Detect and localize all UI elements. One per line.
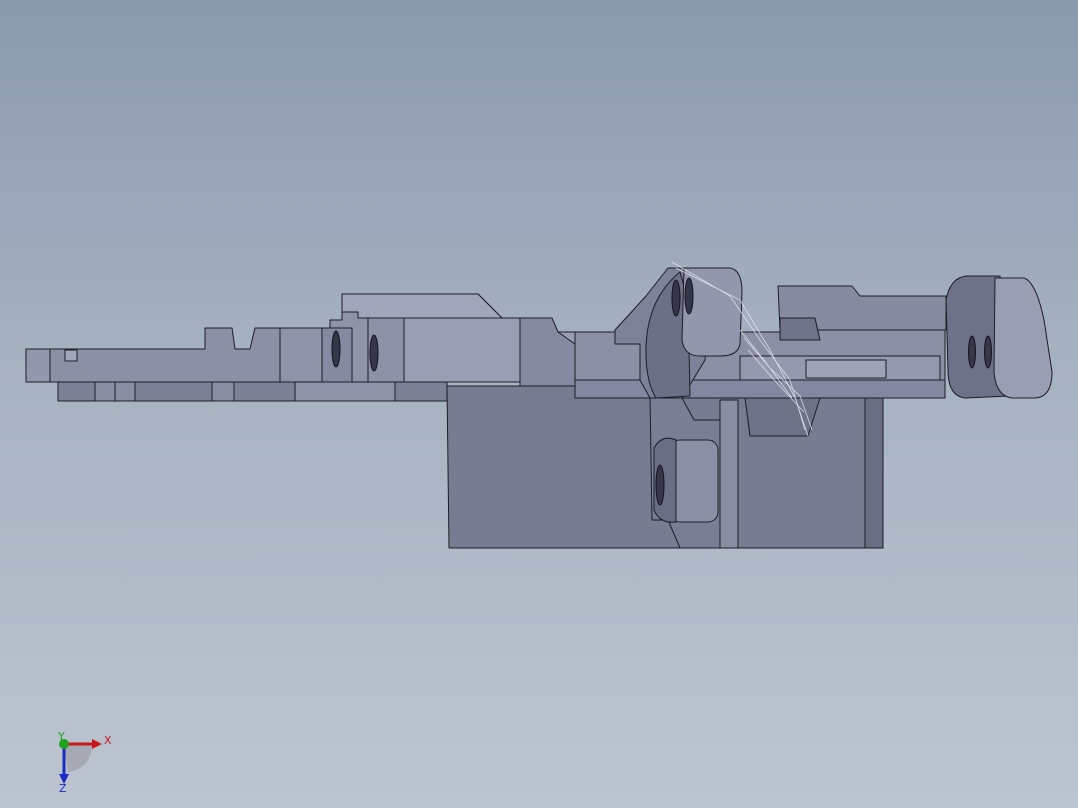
triad-plane-shadow [64, 744, 92, 772]
hole-right-1 [968, 335, 976, 369]
triad-y-label: Y [57, 730, 65, 743]
hanger-knuckle [669, 439, 719, 523]
hole-hanger [655, 464, 665, 506]
lower-body-slot [719, 399, 739, 549]
cad-viewport[interactable]: X Y Z [0, 0, 1078, 808]
cad-part-model[interactable] [0, 0, 1078, 808]
mid-front-face [403, 317, 521, 383]
lower-body-right-face [864, 397, 884, 549]
center-connector [519, 317, 576, 387]
mid-top-face [341, 293, 503, 319]
triad-x-label: X [104, 734, 112, 747]
right-rail-shadow [779, 317, 821, 341]
left-arm-tab [25, 348, 51, 383]
hole-pivot-1 [671, 279, 681, 317]
triad-x-arrow [92, 739, 102, 749]
left-arm-top [25, 327, 281, 383]
orientation-triad: X Y Z [57, 730, 112, 794]
lower-body-notch [744, 397, 821, 437]
right-lobe-face [993, 277, 1053, 399]
left-arm-foot-3 [211, 381, 235, 402]
hole-left-2 [369, 334, 379, 372]
triad-z-label: Z [59, 782, 67, 794]
left-arm-small-slot [64, 349, 78, 362]
hole-right-2 [984, 335, 992, 369]
left-arm-foot-1 [94, 381, 116, 402]
right-rail-lower-strip [574, 379, 946, 399]
hole-left-1 [331, 330, 341, 368]
left-arm-foot-2 [114, 381, 136, 402]
hole-pivot-2 [684, 277, 694, 315]
left-arm-foot-4 [294, 381, 396, 402]
right-rail-band-2 [805, 359, 887, 379]
